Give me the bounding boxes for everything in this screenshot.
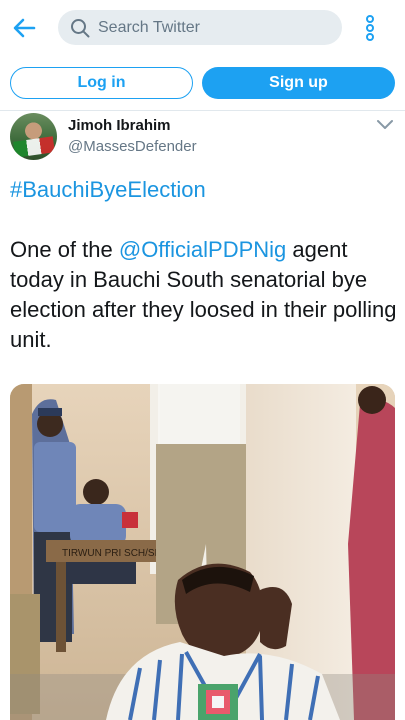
arrow-left-icon[interactable] <box>10 14 38 42</box>
more-vertical-icon[interactable] <box>360 12 380 44</box>
tweet-text-start: One of the <box>10 237 119 262</box>
divider <box>0 110 405 111</box>
avatar[interactable] <box>10 113 57 160</box>
login-button[interactable]: Log in <box>10 67 193 99</box>
search-input[interactable] <box>98 10 334 45</box>
tweet-text: One of the @OfficialPDPNig agent today i… <box>10 235 398 355</box>
search-icon <box>71 19 90 38</box>
hashtag-link[interactable]: #BauchiByeElection <box>10 177 206 203</box>
chevron-down-icon[interactable] <box>376 118 394 132</box>
signup-button[interactable]: Sign up <box>202 67 395 99</box>
top-bar <box>0 0 405 56</box>
tweet-photo[interactable]: TIRWUN PRI SCH/SEPIPA <box>10 384 395 720</box>
mention-link[interactable]: @OfficialPDPNig <box>119 237 286 262</box>
photo-illustration: TIRWUN PRI SCH/SEPIPA <box>10 384 395 720</box>
search-box[interactable] <box>58 10 342 45</box>
author-name[interactable]: Jimoh Ibrahim <box>68 117 171 134</box>
avatar-flag <box>13 136 55 158</box>
author-handle[interactable]: @MassesDefender <box>68 138 197 155</box>
